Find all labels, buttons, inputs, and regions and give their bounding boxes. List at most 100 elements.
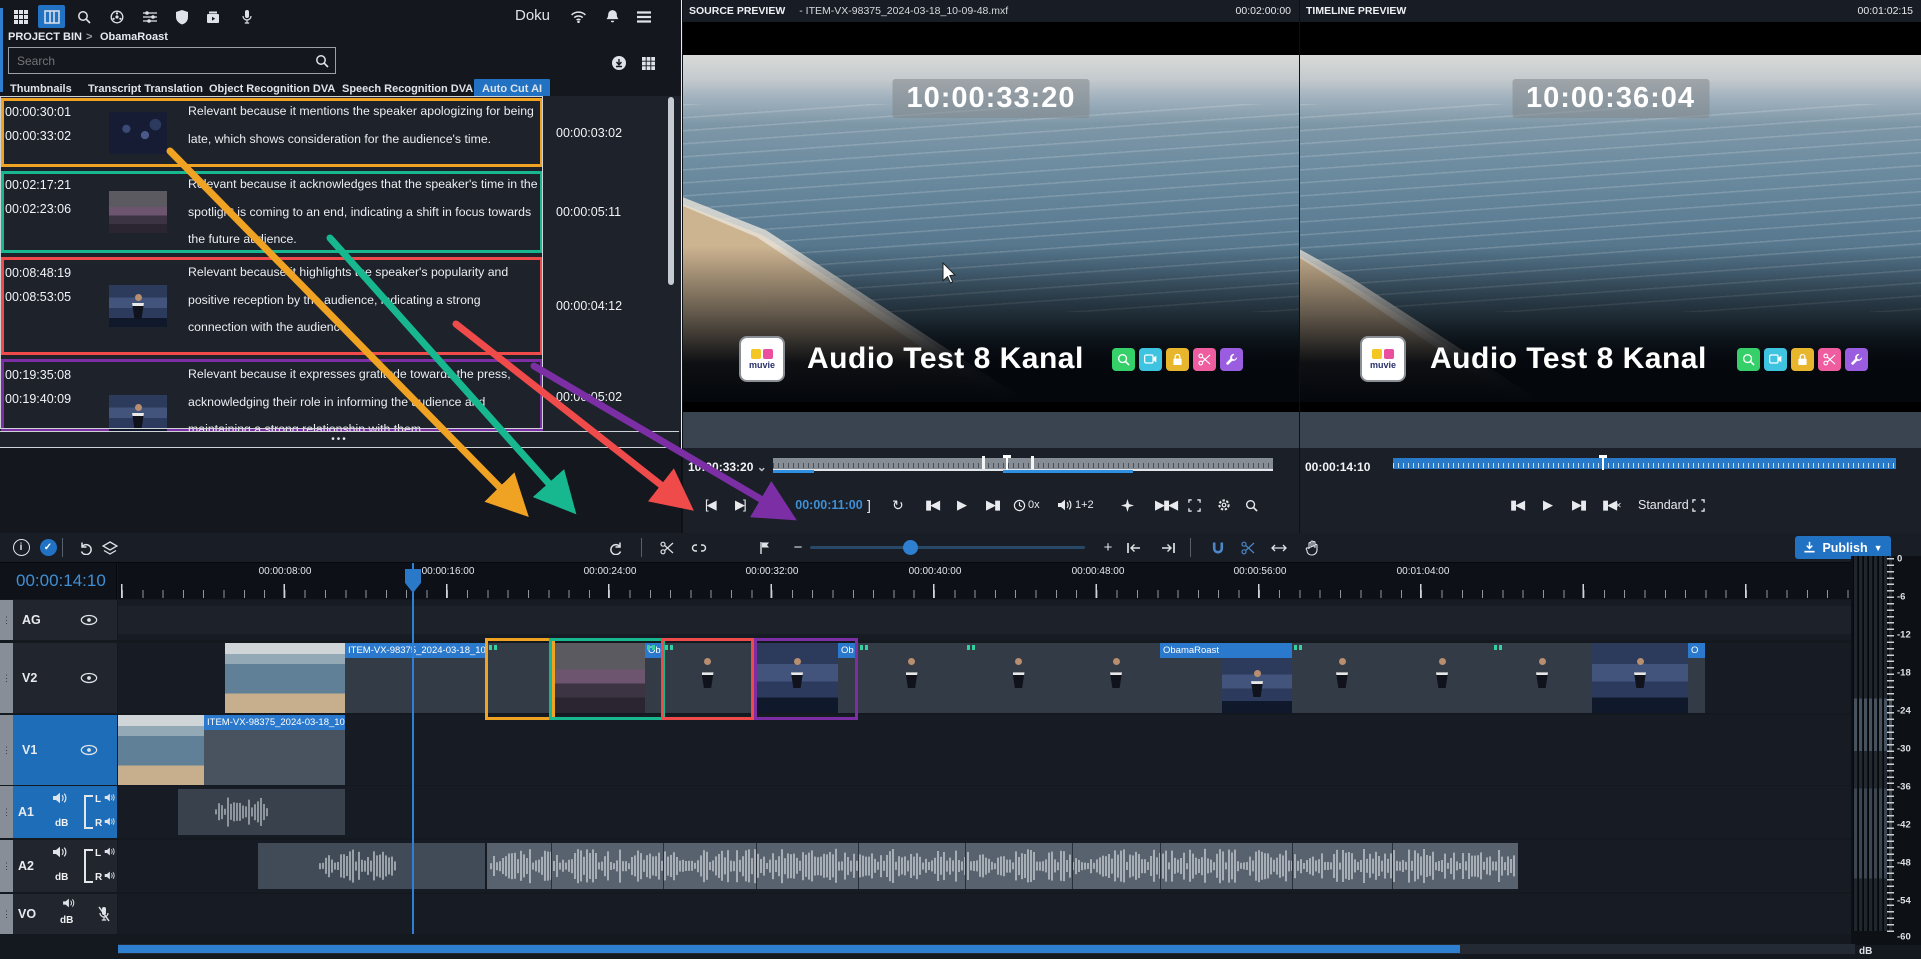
track-lane-a2[interactable]	[118, 840, 1855, 892]
next-frame-button[interactable]: ▶▮	[986, 492, 999, 518]
speaker-icon[interactable]	[104, 817, 115, 826]
source-playhead[interactable]	[1006, 455, 1008, 470]
search-icon[interactable]	[309, 54, 335, 68]
export-box-icon[interactable]	[201, 5, 225, 28]
clip-thumbnail[interactable]	[109, 395, 167, 432]
track-lane-v2[interactable]: ITEM-VX-98375_2024-03-18_10-09-4 Obar Ob…	[118, 643, 1855, 713]
redo-button[interactable]	[604, 536, 628, 559]
search-icon[interactable]	[72, 5, 96, 28]
track-header-vo[interactable]: ⋮ VO dB	[0, 894, 117, 934]
visibility-eye-icon[interactable]	[80, 615, 98, 626]
source-scrub-timecode[interactable]: 10:00:33:20 ⌄	[688, 460, 767, 474]
track-header-a2[interactable]: ⋮ A2 dB L R	[0, 840, 117, 892]
clip-row-3[interactable]: 00:08:48:19 00:08:53:05 Relevant because…	[0, 255, 681, 357]
v2-clip-obamaroast[interactable]: ObamaRoast	[1160, 643, 1292, 713]
mic-muted-icon[interactable]	[98, 906, 110, 922]
add-marker-button[interactable]	[1121, 492, 1134, 518]
v2-clip-sea[interactable]: ITEM-VX-98375_2024-03-18_10-09-4	[225, 643, 487, 713]
playback-speed-button[interactable]: 0x	[1013, 492, 1040, 518]
microphone-icon[interactable]	[235, 5, 259, 28]
db-label[interactable]: dB	[60, 915, 73, 926]
v2-clip-podium-8[interactable]	[1492, 643, 1592, 713]
trim-tool-icon[interactable]	[1267, 536, 1291, 559]
prev-frame-button[interactable]: ▮◀	[925, 492, 938, 518]
loop-button[interactable]: ↻	[892, 492, 904, 518]
effects-icon[interactable]	[105, 5, 129, 28]
speaker-icon[interactable]	[52, 792, 67, 804]
info-icon[interactable]: i	[9, 536, 33, 559]
v1-clip-sea[interactable]: ITEM-VX-98375_2024-03-18_10-09-48	[118, 715, 345, 785]
razor-tool-icon[interactable]	[1236, 536, 1260, 559]
play-button[interactable]: ▶	[1543, 492, 1553, 518]
marker-flag-icon[interactable]	[753, 536, 777, 559]
match-frame-button[interactable]: ▮◀✕	[1602, 492, 1620, 518]
notifications-bell-icon[interactable]	[600, 5, 624, 28]
speaker-icon[interactable]	[52, 846, 67, 858]
drag-handle[interactable]: ⋮	[0, 643, 13, 713]
sliders-icon[interactable]	[138, 5, 162, 28]
track-header-v1[interactable]: ⋮ V1	[0, 715, 117, 785]
bin-scrollbar[interactable]	[668, 97, 674, 285]
settings-gear-icon[interactable]	[1217, 492, 1231, 518]
zoom-slider-knob[interactable]	[903, 540, 918, 555]
track-lane-a1[interactable]	[118, 786, 1855, 838]
mark-in-timecode[interactable]: 00:00:11:00	[793, 492, 865, 518]
track-lane-vo[interactable]	[118, 894, 1855, 934]
breadcrumb-root[interactable]: PROJECT BIN	[8, 31, 82, 43]
mark-out-bracket[interactable]: ]	[867, 492, 871, 518]
a2-audio-clip-2[interactable]	[487, 843, 1518, 889]
unlink-icon[interactable]	[687, 536, 711, 559]
speaker-icon[interactable]	[104, 871, 115, 880]
drag-handle[interactable]: ⋮	[0, 840, 13, 892]
goto-mark-in-button[interactable]: [◀	[705, 492, 715, 518]
clip-row-2[interactable]: 00:02:17:21 00:02:23:06 Relevant because…	[0, 169, 681, 255]
zoom-in-button[interactable]: +	[1096, 536, 1120, 559]
grid-view-icon[interactable]	[640, 55, 656, 71]
go-to-end-button[interactable]: ▶▮	[1572, 492, 1585, 518]
drag-handle[interactable]: ⋮	[0, 786, 13, 838]
track-header-ag[interactable]: ⋮ AG	[0, 600, 117, 640]
track-header-a1[interactable]: ⋮ A1 dB L R	[0, 786, 117, 838]
v2-clip-podium-6[interactable]	[1292, 643, 1392, 713]
fullscreen-button[interactable]	[1692, 492, 1705, 518]
hand-tool-icon[interactable]	[1300, 536, 1324, 559]
db-label[interactable]: dB	[55, 818, 68, 829]
menu-icon[interactable]	[632, 5, 656, 28]
shield-icon[interactable]	[170, 5, 194, 28]
mark-out-handle[interactable]	[1031, 456, 1034, 469]
timeline-scrubber[interactable]	[1393, 458, 1896, 469]
clip-thumbnail[interactable]	[109, 285, 167, 327]
speaker-icon[interactable]	[62, 898, 75, 908]
play-button[interactable]: ▶	[957, 492, 967, 518]
timeline-ruler[interactable]: 00:00:08:00 00:00:16:00 00:00:24:00 00:0…	[118, 563, 1855, 599]
horizontal-scrollbar[interactable]	[118, 944, 1855, 954]
source-video-frame[interactable]: 10:00:33:20 muvie Audio Test 8 Kanal	[683, 22, 1299, 412]
speaker-icon[interactable]	[104, 793, 115, 802]
zoom-slider-track[interactable]	[810, 546, 1085, 549]
track-lane-v1[interactable]: ITEM-VX-98375_2024-03-18_10-09-48	[118, 715, 1855, 785]
clip-thumbnail[interactable]	[109, 112, 167, 154]
v2-clip-podium-4[interactable]	[965, 643, 1072, 713]
fullscreen-button[interactable]	[1188, 492, 1201, 518]
current-timecode[interactable]: 00:00:14:10	[0, 563, 117, 599]
speaker-icon[interactable]	[104, 847, 115, 856]
insert-left-button[interactable]	[1122, 536, 1146, 559]
timeline-playhead-marker[interactable]	[1602, 455, 1604, 470]
visibility-eye-icon[interactable]	[80, 673, 98, 684]
zoom-out-button[interactable]: −	[786, 536, 810, 559]
audio-channels-button[interactable]: 1+2	[1057, 492, 1094, 518]
track-lane-ag[interactable]	[118, 600, 1855, 640]
drag-handle[interactable]: ⋮	[0, 894, 13, 934]
clip-thumbnail[interactable]	[109, 191, 167, 233]
search-input[interactable]	[9, 54, 309, 68]
layers-button[interactable]	[98, 536, 122, 559]
match-frame-button[interactable]: ▶▮◀	[1155, 492, 1176, 518]
drag-handle[interactable]: ⋮	[0, 600, 13, 640]
mark-in-handle[interactable]	[982, 456, 985, 469]
visibility-eye-icon[interactable]	[80, 745, 98, 756]
cut-scissors-icon[interactable]	[655, 536, 679, 559]
mark-in-bracket[interactable]: [	[772, 492, 776, 518]
v2-clip-podium-5[interactable]	[1072, 643, 1160, 713]
v2-clip-podium-7[interactable]	[1392, 643, 1492, 713]
quality-selector[interactable]: Standard	[1638, 492, 1689, 518]
